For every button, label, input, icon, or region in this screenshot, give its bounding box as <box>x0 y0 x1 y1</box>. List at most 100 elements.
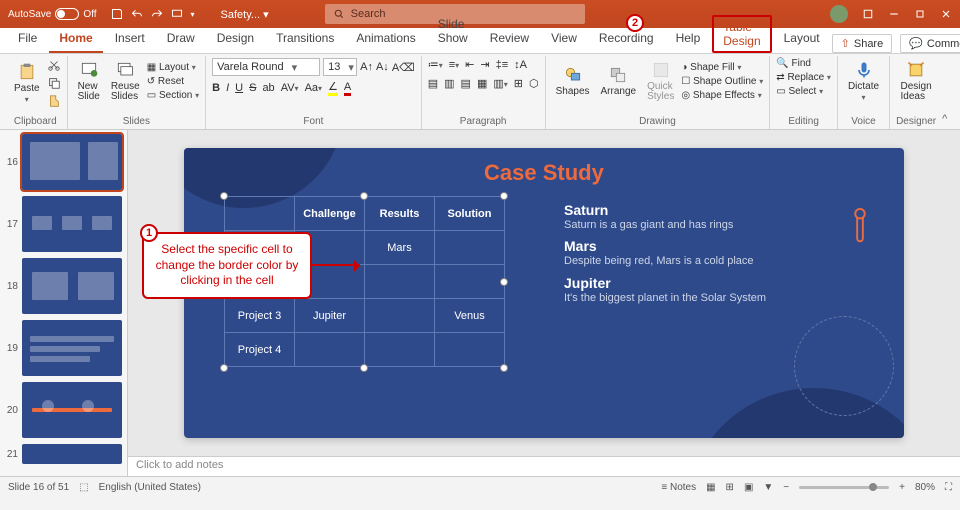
slide-thumbnails[interactable]: 16 17 18 19 20 21 <box>0 130 128 476</box>
table-header[interactable]: Challenge <box>295 197 365 231</box>
columns-button[interactable]: ▥▾ <box>493 77 507 90</box>
cut-icon[interactable] <box>47 58 61 72</box>
indent-inc-button[interactable]: ⇥ <box>480 58 489 71</box>
zoom-slider[interactable] <box>799 486 889 489</box>
minimize-icon[interactable] <box>888 8 900 20</box>
table-cell[interactable]: Project 4 <box>225 333 295 367</box>
tab-insert[interactable]: Insert <box>105 27 155 53</box>
table-cell[interactable]: Venus <box>435 299 505 333</box>
font-size-select[interactable]: 13▾ <box>323 58 357 76</box>
table-cell[interactable]: Project 3 <box>225 299 295 333</box>
replace-button[interactable]: ⇄ Replace ▾ <box>776 72 831 83</box>
align-text-button[interactable]: ⊞ <box>514 77 523 90</box>
selection-handle[interactable] <box>500 364 508 372</box>
selection-handle[interactable] <box>360 364 368 372</box>
document-name[interactable]: Safety... ▾ <box>221 8 269 21</box>
thumbnail-17[interactable] <box>22 196 122 252</box>
reset-button[interactable]: ↺ Reset <box>147 76 199 87</box>
shapes-button[interactable]: Shapes <box>552 63 594 99</box>
tab-design[interactable]: Design <box>207 27 264 53</box>
table-cell[interactable] <box>365 333 435 367</box>
tab-layout[interactable]: Layout <box>774 27 830 53</box>
tab-transitions[interactable]: Transitions <box>266 27 344 53</box>
zoom-out-button[interactable]: − <box>783 482 789 493</box>
paste-button[interactable]: Paste▾ <box>10 60 44 106</box>
thumbnail-19[interactable] <box>22 320 122 376</box>
thumbnail-18[interactable] <box>22 258 122 314</box>
view-reading-icon[interactable]: ▣ <box>744 482 753 493</box>
char-spacing-button[interactable]: AV▾ <box>281 82 299 94</box>
tab-home[interactable]: Home <box>49 27 102 53</box>
table-header[interactable]: Results <box>365 197 435 231</box>
arrange-button[interactable]: Arrange <box>597 63 641 99</box>
font-name-select[interactable]: Varela Round▾ <box>212 58 320 76</box>
bullets-button[interactable]: ≔▾ <box>428 58 443 71</box>
selection-handle[interactable] <box>500 192 508 200</box>
justify-button[interactable]: ▦ <box>477 77 487 90</box>
maximize-icon[interactable] <box>914 8 926 20</box>
align-center-button[interactable]: ▥ <box>444 77 454 90</box>
selection-handle[interactable] <box>220 364 228 372</box>
copy-icon[interactable] <box>47 76 61 90</box>
line-spacing-button[interactable]: ‡≡ <box>496 59 509 71</box>
save-icon[interactable] <box>111 8 123 20</box>
autosave-toggle[interactable]: AutoSave Off <box>8 8 97 20</box>
format-painter-icon[interactable] <box>47 94 61 108</box>
font-color-button[interactable]: A <box>344 81 351 96</box>
change-case-button[interactable]: Aa▾ <box>305 82 322 94</box>
selection-handle[interactable] <box>500 278 508 286</box>
text-direction-button[interactable]: ↕A <box>514 59 527 71</box>
tab-recording[interactable]: Recording <box>589 27 664 53</box>
user-avatar[interactable] <box>830 5 848 23</box>
shape-fill-button[interactable]: ◑ Shape Fill ▾ <box>681 62 763 73</box>
shape-outline-button[interactable]: ☐ Shape Outline ▾ <box>681 76 763 87</box>
table-cell[interactable] <box>295 333 365 367</box>
notes-toggle[interactable]: ≡ Notes <box>661 482 696 493</box>
highlight-button[interactable]: ∠ <box>328 80 338 96</box>
close-icon[interactable] <box>940 8 952 20</box>
accessibility-icon[interactable]: ⬚ <box>79 482 88 493</box>
qat-more-icon[interactable]: ▾ <box>191 10 195 19</box>
clear-format-icon[interactable]: A⌫ <box>392 61 415 74</box>
shrink-font-icon[interactable]: A↓ <box>376 61 389 73</box>
bold-button[interactable]: B <box>212 82 220 94</box>
layout-button[interactable]: ▦ Layout ▾ <box>147 62 199 73</box>
table-header[interactable] <box>225 197 295 231</box>
table-cell[interactable] <box>435 333 505 367</box>
align-right-button[interactable]: ▤ <box>461 77 471 90</box>
quick-styles-button[interactable]: Quick Styles <box>643 58 678 104</box>
italic-button[interactable]: I <box>226 82 229 94</box>
dictate-button[interactable]: Dictate▾ <box>844 58 883 104</box>
collapse-ribbon-icon[interactable]: ^ <box>942 113 954 129</box>
reuse-slides-button[interactable]: Reuse Slides <box>107 58 144 104</box>
indent-dec-button[interactable]: ⇤ <box>465 58 474 71</box>
table-cell[interactable]: Jupiter <box>295 299 365 333</box>
ribbon-options-icon[interactable] <box>862 8 874 20</box>
grow-font-icon[interactable]: A↑ <box>360 61 373 73</box>
fit-window-icon[interactable]: ⛶ <box>945 482 952 493</box>
align-left-button[interactable]: ▤ <box>428 77 438 90</box>
new-slide-button[interactable]: New Slide <box>74 58 104 104</box>
redo-icon[interactable] <box>151 8 163 20</box>
thumbnail-21[interactable] <box>22 444 122 464</box>
language-indicator[interactable]: English (United States) <box>99 482 201 493</box>
tab-animations[interactable]: Animations <box>346 27 425 53</box>
table-header[interactable]: Solution <box>435 197 505 231</box>
thumbnail-16[interactable] <box>22 134 122 190</box>
view-sorter-icon[interactable]: ⊞ <box>726 482 734 493</box>
shape-effects-button[interactable]: ◎ Shape Effects ▾ <box>681 90 763 101</box>
find-button[interactable]: 🔍 Find <box>776 58 831 69</box>
selection-handle[interactable] <box>220 192 228 200</box>
table-cell[interactable] <box>435 265 505 299</box>
tab-view[interactable]: View <box>541 27 587 53</box>
tab-file[interactable]: File <box>8 27 47 53</box>
table-cell[interactable] <box>365 299 435 333</box>
select-button[interactable]: ▭ Select ▾ <box>776 86 831 97</box>
undo-icon[interactable] <box>131 8 143 20</box>
view-normal-icon[interactable]: ▦ <box>706 482 715 493</box>
table-cell[interactable] <box>435 231 505 265</box>
shadow-button[interactable]: ab <box>262 82 274 94</box>
tab-slideshow[interactable]: Slide Show <box>428 13 478 53</box>
section-button[interactable]: ▭ Section ▾ <box>147 90 199 101</box>
slide-facts[interactable]: Saturn Saturn is a gas giant and has rin… <box>564 196 774 311</box>
